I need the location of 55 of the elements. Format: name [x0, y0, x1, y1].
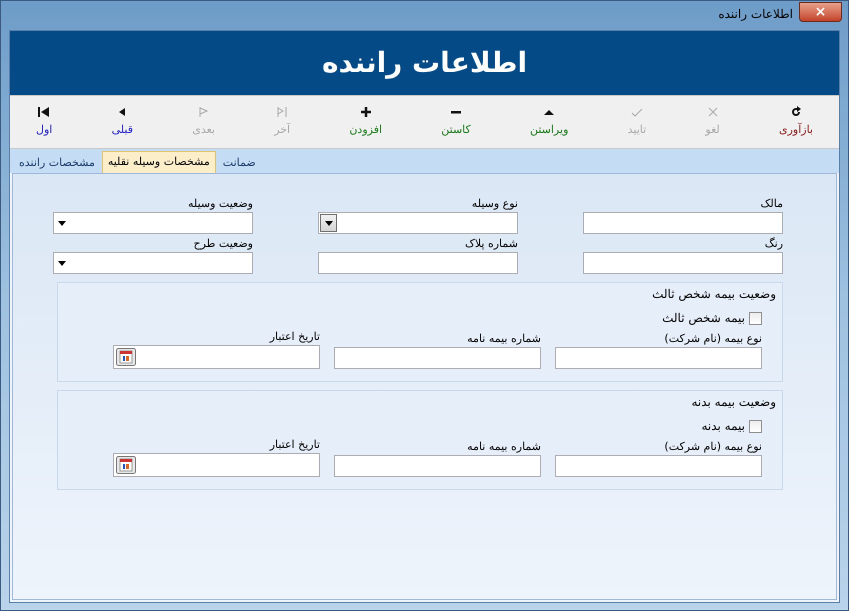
close-button[interactable]: × [799, 2, 842, 22]
checkbox[interactable] [749, 420, 762, 432]
caret-icon [58, 260, 66, 266]
field-label: رنگ [764, 236, 783, 252]
toolbar-button[interactable]: اول [30, 104, 58, 140]
tab[interactable]: ضمانت [218, 153, 261, 173]
text-field[interactable] [334, 455, 541, 477]
text-field[interactable] [318, 252, 518, 274]
toolbar-button[interactable]: افزودن [343, 104, 388, 140]
tab[interactable]: مشخصات وسیله نقلیه [102, 151, 216, 173]
field-label: شماره بیمه نامه [466, 331, 541, 347]
field-label: تاریخ اعتبار [268, 437, 320, 453]
toolbar-button[interactable]: بازآوری [772, 104, 819, 140]
check-icon [630, 106, 643, 118]
text-field[interactable] [334, 347, 541, 369]
checkbox[interactable] [749, 312, 762, 324]
field-label: شماره بیمه نامه [466, 439, 541, 455]
field-label: نوع وسیله [470, 196, 518, 212]
calendar-icon[interactable] [116, 348, 136, 366]
group-title: وضعیت بیمه شخص ثالث [652, 286, 776, 303]
caret-icon [58, 220, 66, 226]
toolbar-button[interactable]: کاستن [435, 104, 477, 140]
field-label: شماره پلاک [464, 236, 518, 252]
window-title: اطلاعات راننده [718, 6, 793, 23]
date-field[interactable] [113, 453, 320, 477]
close-icon [706, 106, 719, 118]
field-label: وضعیت طرح [192, 236, 253, 252]
checkbox-label: بیمه شخص ثالث [662, 310, 745, 327]
text-field[interactable] [555, 347, 762, 369]
redo-icon [790, 106, 802, 118]
field-label: مالک [760, 196, 783, 212]
checkbox-label: بیمه بدنه [701, 418, 745, 435]
flag-icon [198, 106, 210, 118]
flag-end-icon [276, 106, 288, 118]
caret-icon [324, 220, 332, 226]
combo-field[interactable] [318, 212, 518, 234]
group-title: وضعیت بیمه بدنه [691, 394, 776, 411]
page-title: اطلاعات راننده [322, 45, 528, 81]
tab[interactable]: مشخصات راننده [14, 153, 100, 173]
toolbar-button[interactable]: ویراستن [524, 104, 574, 140]
dropdown-field[interactable] [53, 212, 253, 234]
dropdown-button[interactable] [320, 214, 337, 232]
dropdown-field[interactable] [53, 252, 253, 274]
field-label: تاریخ اعتبار [268, 329, 320, 345]
toolbar-button[interactable]: قبلی [106, 104, 139, 140]
field-label: نوع بیمه (نام شرکت) [663, 331, 762, 347]
text-field[interactable] [583, 212, 783, 234]
first-icon [38, 106, 50, 118]
calendar-icon[interactable] [116, 456, 136, 474]
text-field[interactable] [555, 455, 762, 477]
text-field[interactable] [583, 252, 783, 274]
field-label: وضعیت وسیله [187, 196, 253, 212]
date-field[interactable] [113, 345, 320, 369]
plus-icon [360, 106, 372, 118]
field-label: نوع بیمه (نام شرکت) [663, 439, 762, 455]
